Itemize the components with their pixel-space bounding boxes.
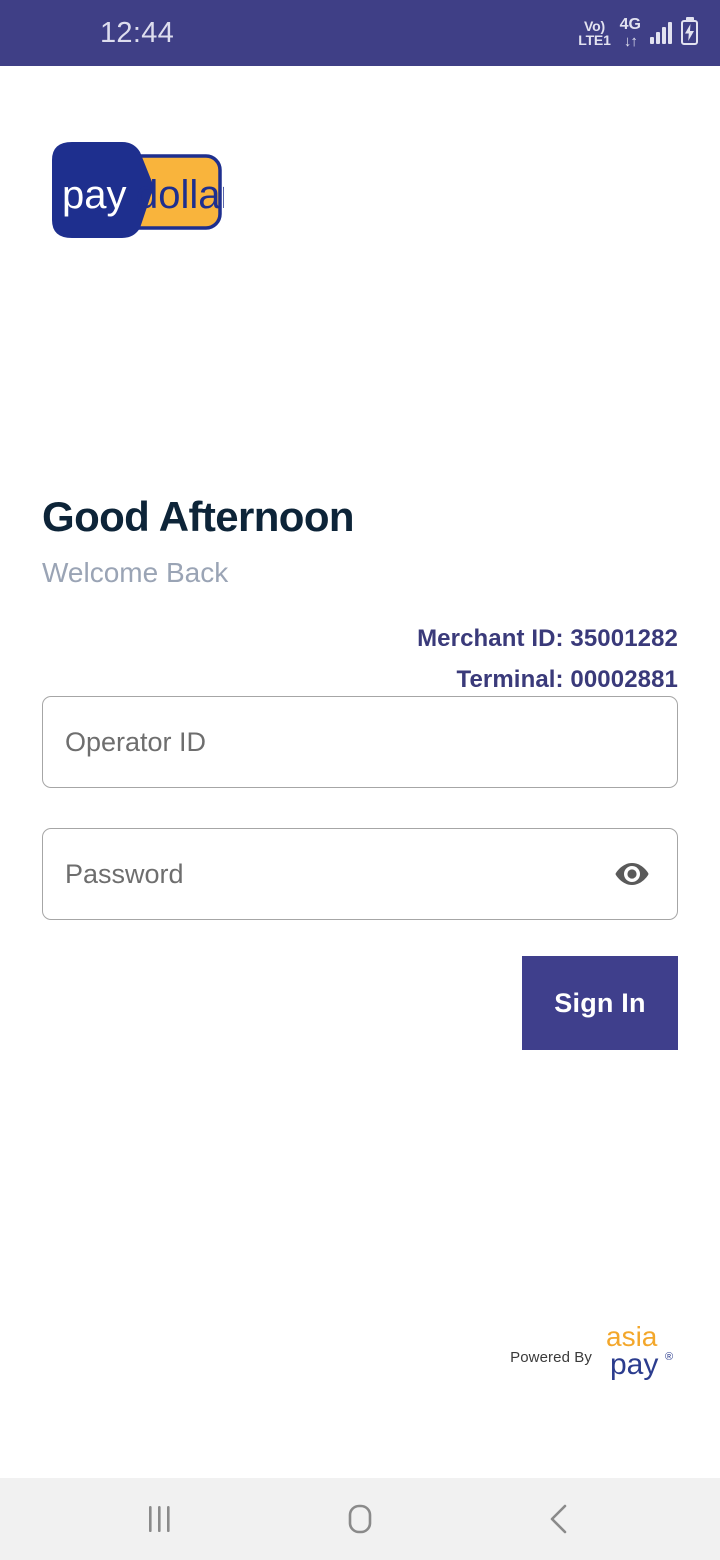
- sign-in-row: Sign In: [42, 956, 678, 1050]
- asiapay-logo: asia pay ®: [602, 1318, 678, 1380]
- main-content: pay dollar Good Afternoon Welcome Back M…: [0, 66, 720, 1478]
- recents-icon: [149, 1506, 170, 1532]
- home-icon: [348, 1504, 372, 1534]
- android-nav-bar: [0, 1478, 720, 1560]
- network-type-label: 4G: [619, 16, 641, 34]
- powered-by-block: Powered By asia pay ®: [510, 1318, 678, 1380]
- status-icons: Vo) LTE1 4G ↓↑: [578, 16, 698, 50]
- svg-text:pay: pay: [610, 1348, 658, 1380]
- page-title: Good Afternoon: [42, 493, 355, 540]
- page-subtitle: Welcome Back: [42, 557, 229, 589]
- svg-text:dollar: dollar: [136, 173, 224, 217]
- volte-top-label: Vo): [584, 17, 605, 34]
- eye-visibility-icon: [615, 863, 649, 885]
- sign-in-button[interactable]: Sign In: [522, 956, 678, 1050]
- operator-id-input[interactable]: [65, 697, 655, 787]
- network-indicator: 4G ↓↑: [619, 16, 641, 50]
- status-time: 12:44: [100, 16, 175, 49]
- operator-id-field[interactable]: [42, 696, 678, 788]
- password-visibility-toggle[interactable]: [609, 851, 655, 897]
- data-transfer-arrows-icon: ↓↑: [623, 32, 638, 50]
- phone-screen: 12:44 Vo) LTE1 4G ↓↑ pay dolla Good Afte…: [0, 0, 720, 1560]
- merchant-info-block: Merchant ID: 35001282 Terminal: 00002881: [42, 618, 678, 701]
- paydollar-logo: pay dollar: [48, 138, 224, 246]
- password-field[interactable]: [42, 828, 678, 920]
- volte-bottom-label: LTE1: [578, 31, 611, 48]
- terminal-id-label: Terminal: 00002881: [456, 666, 678, 694]
- signal-bars-icon: [650, 21, 672, 44]
- greeting-block: Good Afternoon Welcome Back: [42, 493, 678, 589]
- svg-text:pay: pay: [62, 173, 127, 217]
- back-chevron-icon: [550, 1504, 567, 1534]
- merchant-id-label: Merchant ID: 35001282: [417, 625, 678, 652]
- volte-indicator: Vo) LTE1: [578, 17, 611, 48]
- home-button[interactable]: [300, 1484, 420, 1554]
- back-button[interactable]: [500, 1484, 620, 1554]
- powered-by-label: Powered By: [510, 1349, 592, 1366]
- login-form: Sign In: [42, 696, 678, 1050]
- password-input[interactable]: [65, 829, 609, 919]
- battery-charging-icon: [681, 20, 698, 46]
- status-bar: 12:44 Vo) LTE1 4G ↓↑: [0, 0, 720, 66]
- recents-button[interactable]: [100, 1484, 220, 1554]
- svg-text:®: ®: [665, 1351, 673, 1363]
